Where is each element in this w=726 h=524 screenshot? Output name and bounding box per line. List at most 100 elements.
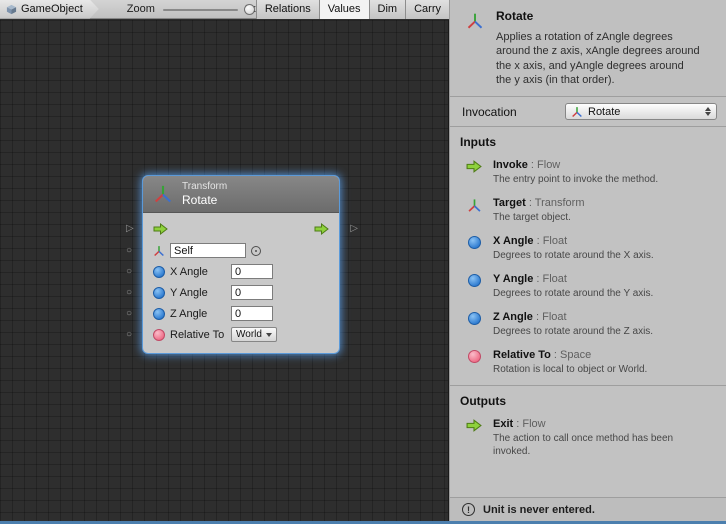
float-port-icon: [468, 236, 481, 249]
port-name: Z Angle: [493, 311, 533, 323]
float-port-icon: [153, 308, 165, 320]
bolt-graph-window: GameObject Zoom 1x Relations Values Dim …: [0, 0, 726, 524]
port-name: X Angle: [493, 235, 534, 247]
port-description: The entry point to invoke the method.: [493, 173, 658, 186]
port-type: : Space: [551, 349, 591, 361]
invoke-port[interactable]: ▷: [126, 224, 134, 234]
relative-to-label: Relative To: [170, 329, 226, 341]
warning-bar: ! Unit is never entered.: [450, 497, 726, 521]
relative-to-row: ○ Relative To World: [143, 324, 339, 345]
zoom-slider-track: [163, 9, 238, 11]
breadcrumb-label: GameObject: [21, 3, 83, 15]
float-port-icon: [153, 266, 165, 278]
unit-description-block: Rotate Applies a rotation of zAngle degr…: [450, 0, 726, 96]
warning-text: Unit is never entered.: [483, 504, 595, 516]
port-name: Exit: [493, 418, 513, 430]
space-port-icon: [468, 350, 481, 363]
zoom-label: Zoom: [127, 3, 155, 15]
transform-axis-icon-small: [571, 106, 583, 118]
unit-description-text: Rotate Applies a rotation of zAngle degr…: [496, 9, 702, 87]
relative-to-value: World: [236, 329, 262, 340]
port-description: Rotation is local to object or World.: [493, 363, 647, 376]
x-angle-port[interactable]: ○: [126, 267, 132, 277]
transform-axis-icon: [466, 12, 484, 87]
dim-toggle[interactable]: Dim: [369, 0, 406, 19]
target-row: ○ Self: [143, 240, 339, 261]
object-picker-icon[interactable]: [251, 246, 261, 256]
node-header[interactable]: Transform Rotate: [143, 176, 339, 213]
port-description: The target object.: [493, 211, 585, 224]
graph-canvas[interactable]: Transform Rotate ▷ ▷ ○: [0, 20, 449, 521]
flow-arrow-icon: [465, 159, 483, 186]
input-doc-x-angle: X Angle : Float Degrees to rotate around…: [450, 231, 726, 269]
input-doc-relative-to: Relative To : Space Rotation is local to…: [450, 345, 726, 383]
breadcrumb-gameobject[interactable]: GameObject: [0, 0, 99, 19]
port-description: Degrees to rotate around the Y axis.: [493, 287, 653, 300]
invocation-dropdown[interactable]: Rotate: [565, 103, 717, 120]
z-angle-port[interactable]: ○: [126, 309, 132, 319]
graph-toolbar: GameObject Zoom 1x Relations Values Dim …: [0, 0, 449, 19]
output-doc-exit: Exit : Flow The action to call once meth…: [450, 414, 726, 465]
invocation-row: Invocation Rotate: [450, 96, 726, 127]
inspector-panel: Rotate Applies a rotation of zAngle degr…: [449, 0, 726, 521]
target-port[interactable]: ○: [126, 246, 132, 256]
zoom-slider[interactable]: [163, 0, 238, 19]
invocation-label: Invocation: [462, 105, 517, 119]
toolbar-toggle-group: Relations Values Dim Carry: [256, 0, 449, 19]
x-angle-label: X Angle: [170, 266, 226, 278]
port-name: Relative To: [493, 349, 551, 361]
input-doc-invoke: Invoke : Flow The entry point to invoke …: [450, 155, 726, 193]
x-angle-input[interactable]: [231, 264, 273, 279]
z-angle-row: ○ Z Angle: [143, 303, 339, 324]
unit-description: Applies a rotation of zAngle degrees aro…: [496, 30, 702, 87]
flow-arrow-icon: [465, 418, 483, 458]
target-object-field[interactable]: Self: [170, 243, 246, 258]
port-description: The action to call once method has been …: [493, 432, 693, 458]
relative-to-dropdown[interactable]: World: [231, 327, 277, 342]
node-title: Transform: [182, 181, 227, 193]
z-angle-label: Z Angle: [170, 308, 226, 320]
relative-to-port[interactable]: ○: [126, 330, 132, 340]
values-toggle[interactable]: Values: [319, 0, 369, 19]
port-name: Invoke: [493, 159, 528, 171]
node-titles: Transform Rotate: [182, 181, 227, 207]
carry-toggle[interactable]: Carry: [405, 0, 449, 19]
port-type: : Flow: [528, 159, 560, 171]
port-type: : Float: [533, 273, 567, 285]
transform-rotate-node[interactable]: Transform Rotate ▷ ▷ ○: [143, 176, 339, 353]
x-angle-row: ○ X Angle: [143, 261, 339, 282]
port-type: : Transform: [526, 197, 585, 209]
input-doc-z-angle: Z Angle : Float Degrees to rotate around…: [450, 307, 726, 345]
flow-row: ▷ ▷: [143, 218, 339, 240]
transform-axis-icon: [465, 197, 483, 224]
port-name: Y Angle: [493, 273, 533, 285]
transform-axis-icon-small: [153, 245, 165, 257]
node-subtitle: Rotate: [182, 193, 227, 207]
warning-icon: !: [462, 503, 475, 516]
invocation-value: Rotate: [588, 106, 620, 118]
exit-flow-arrow-icon[interactable]: [314, 223, 329, 235]
exit-port[interactable]: ▷: [350, 224, 358, 234]
y-angle-row: ○ Y Angle: [143, 282, 339, 303]
inspector-title: Rotate: [496, 9, 702, 23]
y-angle-input[interactable]: [231, 285, 273, 300]
port-name: Target: [493, 197, 526, 209]
relations-toggle[interactable]: Relations: [256, 0, 319, 19]
port-type: : Float: [534, 235, 568, 247]
invoke-flow-arrow-icon[interactable]: [153, 223, 168, 235]
z-angle-input[interactable]: [231, 306, 273, 321]
float-port-icon: [153, 287, 165, 299]
y-angle-label: Y Angle: [170, 287, 226, 299]
y-angle-port[interactable]: ○: [126, 288, 132, 298]
zoom-slider-thumb[interactable]: [244, 4, 255, 15]
inspector-spacer: [450, 465, 726, 497]
node-body: ▷ ▷ ○: [143, 213, 339, 353]
input-doc-target: Target : Transform The target object.: [450, 193, 726, 231]
input-doc-y-angle: Y Angle : Float Degrees to rotate around…: [450, 269, 726, 307]
transform-axis-icon: [153, 184, 173, 204]
outputs-section-header: Outputs: [450, 385, 726, 414]
dropdown-carets-icon: [705, 107, 711, 116]
port-description: Degrees to rotate around the Z axis.: [493, 325, 653, 338]
port-description: Degrees to rotate around the X axis.: [493, 249, 654, 262]
gameobject-cube-icon: [6, 4, 17, 15]
